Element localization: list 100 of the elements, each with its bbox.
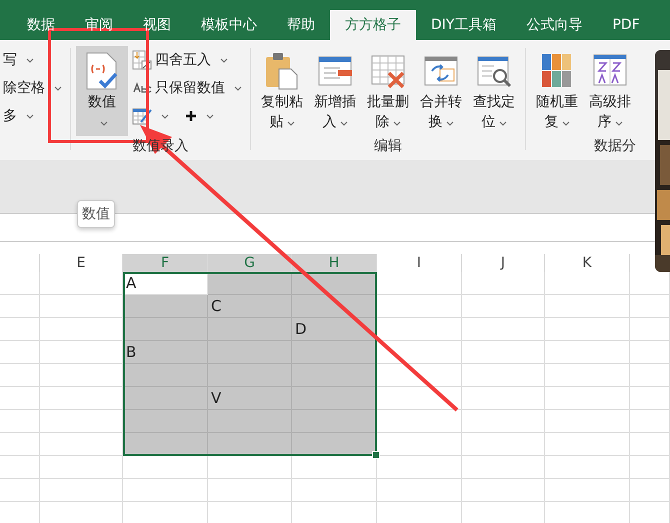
table-cell[interactable]: [630, 295, 670, 318]
table-cell[interactable]: D: [292, 318, 377, 341]
table-cell[interactable]: [123, 479, 208, 502]
table-cell[interactable]: [630, 318, 670, 341]
table-cell[interactable]: [0, 387, 40, 410]
ribbon-button[interactable]: 数值: [76, 46, 128, 136]
ribbon-button[interactable]: 只保留数值: [129, 76, 245, 100]
table-cell[interactable]: [630, 479, 670, 502]
ribbon-button[interactable]: 高级排序: [584, 46, 636, 136]
table-cell[interactable]: [0, 410, 40, 433]
table-cell[interactable]: [0, 479, 40, 502]
table-cell[interactable]: [292, 410, 377, 433]
ribbon-tab[interactable]: 方方格子: [330, 10, 416, 40]
column-header[interactable]: H: [292, 254, 377, 272]
table-cell[interactable]: [545, 272, 630, 295]
table-cell[interactable]: [630, 410, 670, 433]
table-cell[interactable]: [377, 410, 462, 433]
table-cell[interactable]: [462, 272, 545, 295]
table-cell[interactable]: [123, 364, 208, 387]
table-cell[interactable]: [545, 433, 630, 456]
table-cell[interactable]: [123, 456, 208, 479]
table-cell[interactable]: [123, 410, 208, 433]
table-cell[interactable]: [377, 295, 462, 318]
table-cell[interactable]: [292, 387, 377, 410]
table-cell[interactable]: [545, 387, 630, 410]
table-cell[interactable]: [40, 456, 123, 479]
table-cell[interactable]: [545, 410, 630, 433]
table-cell[interactable]: [0, 341, 40, 364]
table-cell[interactable]: [630, 456, 670, 479]
table-cell[interactable]: [0, 364, 40, 387]
table-cell[interactable]: [208, 479, 292, 502]
ribbon-tab[interactable]: 数据: [12, 10, 70, 40]
table-cell[interactable]: [462, 433, 545, 456]
ribbon-button[interactable]: 多: [0, 104, 65, 128]
table-cell[interactable]: [545, 318, 630, 341]
table-cell[interactable]: [123, 318, 208, 341]
table-cell[interactable]: [40, 410, 123, 433]
table-cell[interactable]: [462, 410, 545, 433]
table-cell[interactable]: [0, 433, 40, 456]
table-cell[interactable]: [630, 341, 670, 364]
ribbon-tab[interactable]: 公式向导: [511, 10, 598, 40]
table-cell[interactable]: [40, 272, 123, 295]
table-cell[interactable]: [0, 272, 40, 295]
ribbon-button[interactable]: 四舍五入: [129, 48, 245, 72]
table-cell[interactable]: [123, 387, 208, 410]
table-cell[interactable]: [545, 341, 630, 364]
table-cell[interactable]: [462, 456, 545, 479]
table-cell[interactable]: [377, 479, 462, 502]
table-cell[interactable]: [462, 364, 545, 387]
table-cell[interactable]: [0, 295, 40, 318]
table-cell[interactable]: [462, 479, 545, 502]
table-cell[interactable]: [40, 433, 123, 456]
column-header[interactable]: F: [123, 254, 208, 272]
table-cell[interactable]: V: [208, 387, 292, 410]
table-cell[interactable]: [40, 318, 123, 341]
table-cell[interactable]: [208, 272, 292, 295]
table-cell[interactable]: [292, 295, 377, 318]
ribbon-button[interactable]: 批量删除: [362, 46, 414, 136]
fill-handle[interactable]: [372, 451, 380, 459]
table-cell[interactable]: [377, 341, 462, 364]
table-cell[interactable]: C: [208, 295, 292, 318]
table-cell[interactable]: [40, 341, 123, 364]
table-cell[interactable]: [545, 456, 630, 479]
ribbon-tab[interactable]: DIY工具箱: [416, 10, 512, 40]
ribbon-button[interactable]: 随机重复: [531, 46, 583, 136]
table-cell[interactable]: [40, 364, 123, 387]
table-cell[interactable]: [208, 456, 292, 479]
table-cell[interactable]: [0, 456, 40, 479]
ribbon-button[interactable]: 新增插入: [309, 46, 361, 136]
ribbon-button[interactable]: 除空格: [0, 76, 65, 100]
column-header[interactable]: G: [208, 254, 292, 272]
table-cell[interactable]: [40, 387, 123, 410]
ribbon-button[interactable]: 查找定位: [468, 46, 520, 136]
ribbon-tab[interactable]: 模板中心: [186, 10, 272, 40]
ribbon-button[interactable]: 写: [0, 48, 65, 72]
table-cell[interactable]: [545, 364, 630, 387]
table-cell[interactable]: [630, 364, 670, 387]
table-cell[interactable]: [40, 295, 123, 318]
table-cell[interactable]: [377, 272, 462, 295]
table-cell[interactable]: [462, 341, 545, 364]
table-cell[interactable]: [377, 387, 462, 410]
table-cell[interactable]: [208, 433, 292, 456]
table-cell[interactable]: B: [123, 341, 208, 364]
table-cell[interactable]: [123, 295, 208, 318]
table-cell[interactable]: [40, 479, 123, 502]
table-cell[interactable]: [462, 295, 545, 318]
table-cell[interactable]: [630, 433, 670, 456]
table-cell[interactable]: [292, 364, 377, 387]
table-cell[interactable]: [462, 318, 545, 341]
table-cell[interactable]: [545, 295, 630, 318]
table-cell[interactable]: [545, 479, 630, 502]
table-cell[interactable]: [0, 318, 40, 341]
table-cell[interactable]: [462, 387, 545, 410]
table-cell[interactable]: [377, 364, 462, 387]
ribbon-tab[interactable]: 帮助: [272, 10, 330, 40]
ribbon-button[interactable]: 合并转换: [415, 46, 467, 136]
ribbon-tab[interactable]: PDF: [597, 10, 655, 40]
ribbon-button[interactable]: 复制粘贴: [256, 46, 308, 136]
table-cell[interactable]: [292, 479, 377, 502]
table-cell[interactable]: [630, 387, 670, 410]
